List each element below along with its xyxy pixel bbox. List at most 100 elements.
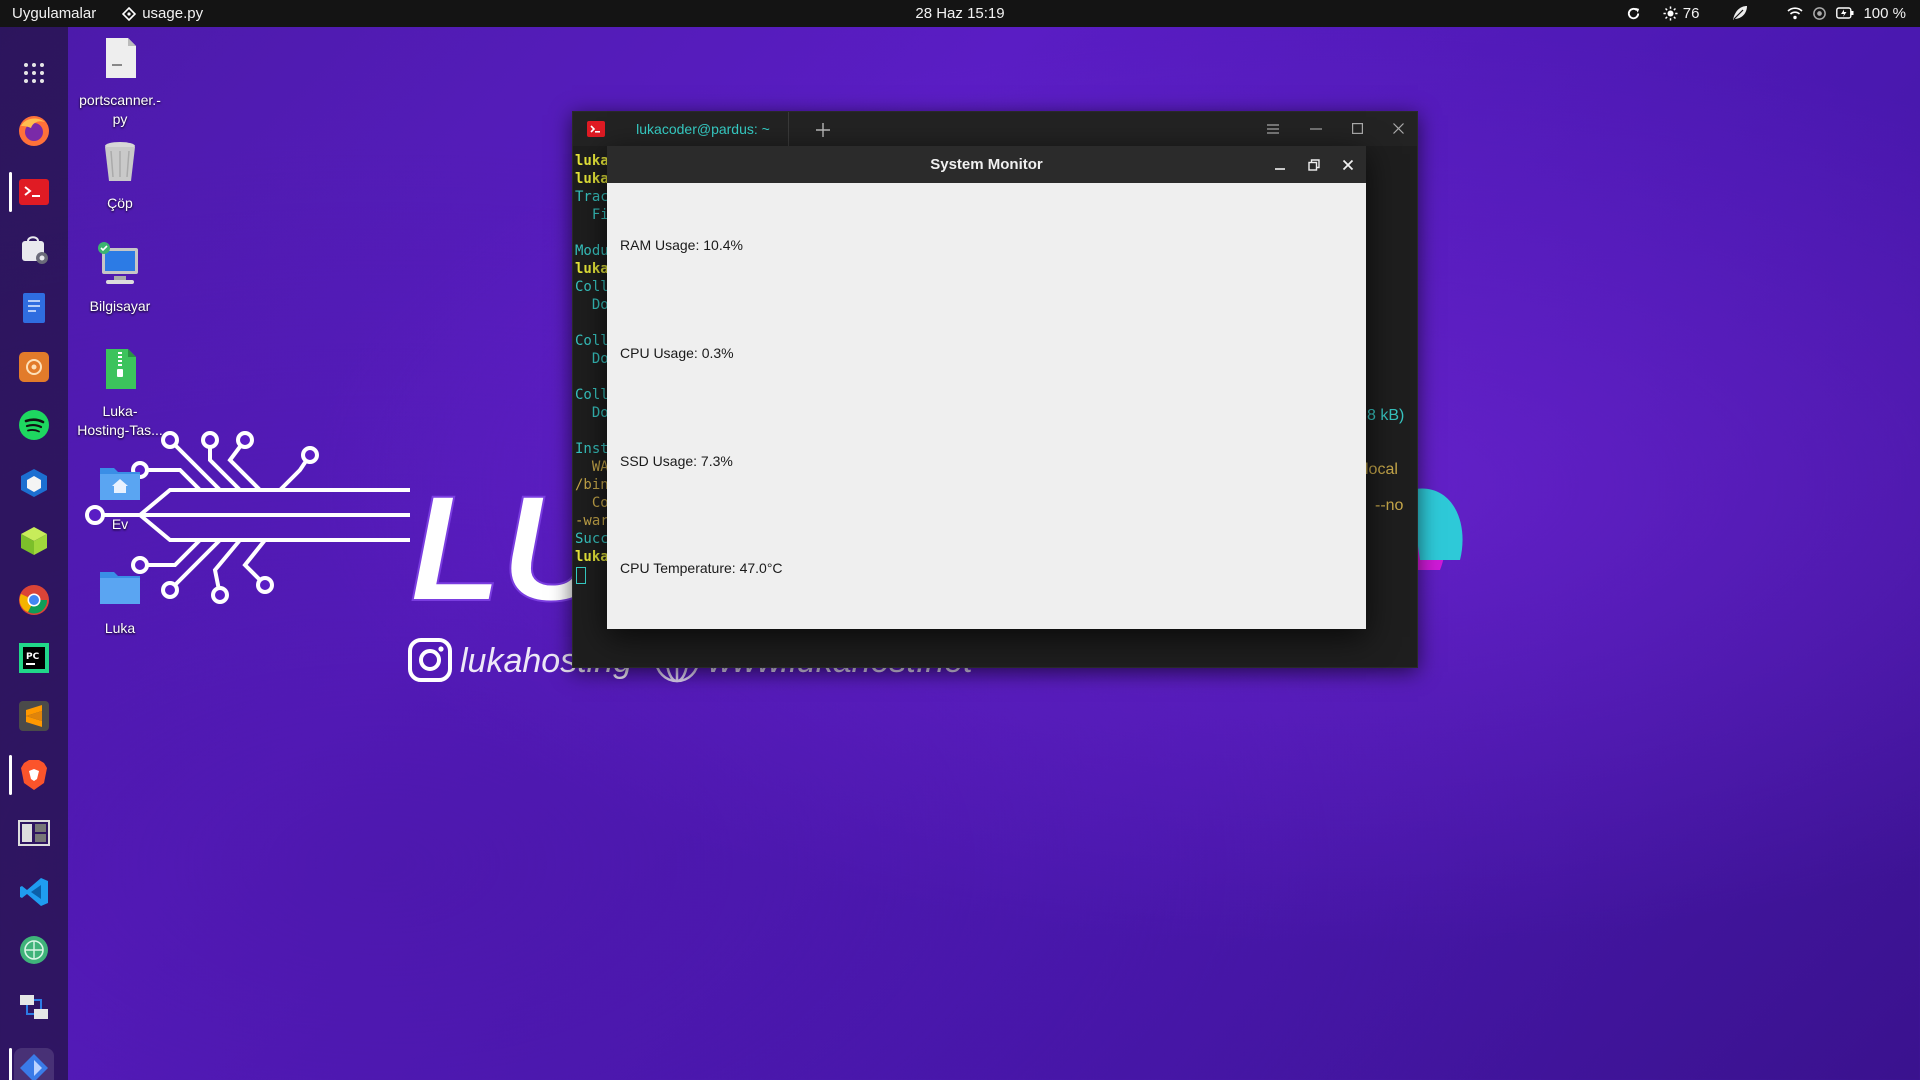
- system-tray[interactable]: 100 %: [1787, 5, 1906, 22]
- sun-icon: [1663, 5, 1678, 21]
- dock-item-pycharm[interactable]: PC: [14, 638, 54, 678]
- desktop-icon-label: Luka- Hosting-Tas...: [77, 403, 163, 438]
- close-icon[interactable]: [1393, 123, 1404, 134]
- terminal-icon: [19, 179, 49, 205]
- svg-text:PC: PC: [26, 652, 40, 662]
- top-bar: Uygulamalar usage.py 28 Haz 15:19 76 100…: [0, 0, 1920, 27]
- world-icon: [20, 936, 48, 964]
- terminal-line: Succ: [575, 531, 609, 547]
- minimize-button[interactable]: [1270, 155, 1290, 175]
- dock-item-terminal[interactable]: [14, 172, 54, 212]
- network-tool-icon: [19, 352, 49, 382]
- instagram-icon: [408, 638, 452, 682]
- dock-item-network-tool[interactable]: [14, 347, 54, 387]
- show-apps-button[interactable]: [14, 53, 54, 93]
- leaf-icon[interactable]: [1731, 4, 1749, 22]
- terminal-line: WA: [575, 459, 609, 475]
- dock-item-text-editor[interactable]: [14, 288, 54, 328]
- running-indicator: [9, 172, 12, 212]
- spotify-icon: [19, 410, 49, 440]
- network-computers-icon: [20, 995, 48, 1019]
- refresh-icon[interactable]: [1626, 6, 1641, 21]
- ram-usage-label: RAM Usage: 10.4%: [620, 237, 743, 253]
- python-diamond-icon: [20, 1054, 48, 1080]
- desktop-icon-label: Çöp: [107, 195, 133, 211]
- terminal-output-fragment: --no: [1375, 497, 1404, 514]
- terminal-app-icon: [587, 121, 605, 137]
- terminal-line: luka: [575, 171, 609, 187]
- desktop-icon-label: Ev: [111, 516, 129, 532]
- terminal-line: Do: [575, 405, 609, 421]
- cpu-temperature-label: CPU Temperature: 47.0°C: [620, 560, 783, 576]
- terminal-output-fragment: local: [1365, 461, 1398, 478]
- dock-item-chrome[interactable]: [14, 580, 54, 620]
- running-indicator: [9, 755, 12, 795]
- dock-item-globe-app[interactable]: [14, 930, 54, 970]
- desktop-icon-home[interactable]: Ev: [70, 458, 170, 534]
- firefox-icon: [19, 116, 49, 146]
- restore-icon: [1308, 159, 1320, 171]
- python-file-icon: [106, 38, 136, 78]
- dock-item-vscode[interactable]: [14, 872, 54, 912]
- battery-percent: 100 %: [1863, 4, 1906, 22]
- system-monitor-titlebar[interactable]: System Monitor: [607, 146, 1366, 183]
- dock-item-network-manager[interactable]: [14, 988, 54, 1028]
- terminal-line: Coll: [575, 279, 609, 295]
- ssd-usage-label: SSD Usage: 7.3%: [620, 453, 733, 469]
- terminal-line: -war: [575, 513, 609, 529]
- desktop-icon-label: Luka: [104, 620, 136, 636]
- terminal-line: Modu: [575, 243, 609, 259]
- computer-icon: [98, 242, 138, 284]
- cube-icon: [21, 527, 47, 555]
- battery-icon: [1836, 7, 1854, 19]
- clock[interactable]: 28 Haz 15:19: [915, 5, 1004, 22]
- dock-item-spotify[interactable]: [14, 405, 54, 445]
- brightness-value: 76: [1682, 4, 1700, 22]
- system-monitor-window[interactable]: System Monitor RAM Usage: 10.4% CPU Usag…: [607, 146, 1366, 629]
- brave-icon: [21, 760, 47, 790]
- dock-item-sublime[interactable]: [14, 696, 54, 736]
- terminal-line: Inst: [575, 441, 609, 457]
- minimize-icon[interactable]: [1310, 124, 1322, 134]
- terminal-line: Trac: [575, 189, 609, 205]
- terminal-output-fragment: 8 kB): [1367, 407, 1405, 424]
- maximize-icon[interactable]: [1352, 123, 1363, 134]
- close-button[interactable]: [1338, 155, 1358, 175]
- terminal-line: luka: [575, 549, 609, 565]
- dock-item-virtualbox[interactable]: [14, 463, 54, 503]
- dock-item-software[interactable]: [14, 230, 54, 270]
- home-folder-icon: [100, 468, 140, 500]
- brightness-indicator[interactable]: 76: [1663, 4, 1700, 22]
- dock-item-workspaces[interactable]: [14, 813, 54, 853]
- dock-item-python-app[interactable]: [14, 1048, 54, 1080]
- virtualbox-icon: [21, 469, 47, 497]
- sublime-text-icon: [19, 701, 49, 731]
- desktop-icon-luka-folder[interactable]: Luka: [70, 562, 170, 638]
- terminal-header-bar[interactable]: lukacoder@pardus: ~: [573, 112, 1417, 146]
- desktop-icon-portscanner[interactable]: portscanner.- py: [70, 34, 170, 129]
- terminal-line: Fi: [575, 207, 609, 223]
- minimize-icon: [1275, 168, 1285, 170]
- dock-item-firefox[interactable]: [14, 111, 54, 151]
- terminal-line: Coll: [575, 333, 609, 349]
- new-tab-icon[interactable]: [815, 122, 831, 138]
- dock-item-brave[interactable]: [14, 755, 54, 795]
- desktop-icon-label: portscanner.- py: [79, 92, 161, 127]
- cpu-usage-label: CPU Usage: 0.3%: [620, 345, 734, 361]
- terminal-line: Co: [575, 495, 609, 511]
- terminal-line: Do: [575, 351, 609, 367]
- text-editor-icon: [23, 293, 45, 323]
- trash-icon: [105, 142, 135, 181]
- hamburger-menu-icon[interactable]: [1267, 124, 1279, 134]
- terminal-tab[interactable]: lukacoder@pardus: ~: [618, 112, 789, 146]
- desktop-icon-computer[interactable]: Bilgisayar: [70, 240, 170, 316]
- wifi-icon: [1787, 7, 1804, 20]
- terminal-line: /bin: [575, 477, 609, 493]
- desktop-icon-trash[interactable]: Çöp: [70, 137, 170, 213]
- restore-button[interactable]: [1304, 155, 1324, 175]
- desktop-icon-archive[interactable]: Luka- Hosting-Tas...: [70, 345, 170, 440]
- window-title: System Monitor: [930, 156, 1043, 173]
- desktop-icon-label: Bilgisayar: [89, 298, 151, 314]
- chrome-icon: [19, 585, 49, 615]
- dock-item-3d-app[interactable]: [14, 521, 54, 561]
